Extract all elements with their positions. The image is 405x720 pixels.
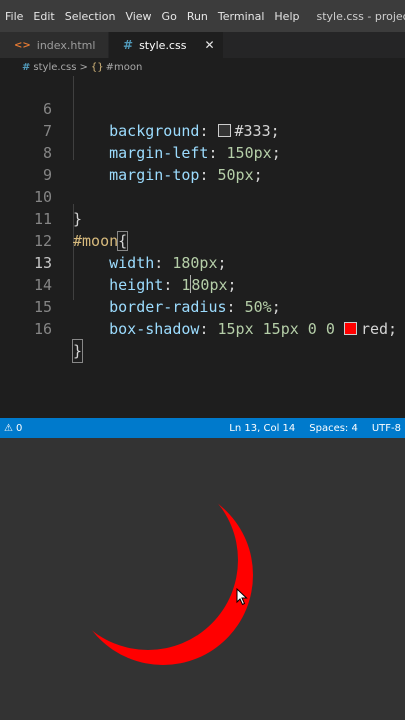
menu-help[interactable]: Help: [269, 10, 304, 23]
breadcrumb-file[interactable]: style.css: [33, 62, 76, 73]
breadcrumb-symbol[interactable]: #moon: [106, 62, 143, 73]
line-number: 16: [33, 320, 52, 338]
symbol-class-icon: {}: [90, 61, 104, 73]
code-line: 8 margin-top: 50px;: [0, 120, 405, 184]
html-icon: <>: [14, 39, 31, 51]
editor-tabs: <> index.html # style.css ✕: [0, 32, 405, 58]
mouse-pointer-icon: [236, 588, 248, 606]
code-line: 16 }: [0, 296, 405, 363]
code-line: 11 #moon{: [0, 186, 405, 251]
closing-brace: }: [71, 339, 84, 363]
menu-file[interactable]: File: [0, 10, 28, 23]
moon-crescent: [70, 491, 250, 671]
problems-count[interactable]: 0: [16, 423, 22, 434]
css-value: red: [360, 320, 389, 338]
tab-index-html[interactable]: <> index.html: [0, 32, 109, 58]
code-line: 10 }: [0, 164, 405, 228]
close-icon[interactable]: ✕: [204, 38, 214, 52]
code-line-current: 13 height: 180px;: [0, 230, 405, 294]
css-value: 15px 15px 0 0: [217, 320, 335, 338]
code-line: 9: [0, 142, 405, 184]
status-bar: ⚠ 0 Ln 13, Col 14 Spaces: 4 UTF-8: [0, 418, 405, 438]
indentation[interactable]: Spaces: 4: [309, 423, 358, 434]
browser-preview: [0, 438, 405, 720]
chevron-right-icon: >: [79, 61, 88, 73]
tab-label: index.html: [36, 38, 96, 52]
code-line: 6 background: #333;: [0, 76, 405, 140]
warning-icon[interactable]: ⚠: [4, 423, 13, 434]
cursor-position[interactable]: Ln 13, Col 14: [229, 423, 295, 434]
moon: [58, 470, 238, 650]
code-line: 14 border-radius: 50%;: [0, 252, 405, 316]
menu-bar: File Edit Selection View Go Run Terminal…: [0, 0, 405, 32]
menu-terminal[interactable]: Terminal: [213, 10, 270, 23]
code-line: 12 width: 180px;: [0, 208, 405, 272]
tab-label: style.css: [139, 38, 187, 52]
menu-selection[interactable]: Selection: [60, 10, 121, 23]
breadcrumb: # style.css > {} #moon: [0, 58, 405, 76]
css-icon: #: [123, 38, 134, 52]
tab-style-css[interactable]: # style.css ✕: [109, 32, 224, 58]
code-line: 15 box-shadow: 15px 15px 0 0 red;: [0, 274, 405, 338]
menu-go[interactable]: Go: [157, 10, 182, 23]
window-title: style.css - project video: [316, 9, 405, 23]
code-line: 7 margin-left: 150px;: [0, 98, 405, 162]
menu-view[interactable]: View: [120, 10, 156, 23]
code-editor[interactable]: 6 background: #333; 7 margin-left: 150px…: [0, 76, 405, 418]
color-swatch[interactable]: [343, 322, 357, 335]
menu-edit[interactable]: Edit: [28, 10, 59, 23]
css-property: box-shadow: [109, 320, 200, 338]
menu-run[interactable]: Run: [182, 10, 213, 23]
encoding[interactable]: UTF-8: [372, 423, 401, 434]
css-icon: #: [22, 61, 31, 73]
